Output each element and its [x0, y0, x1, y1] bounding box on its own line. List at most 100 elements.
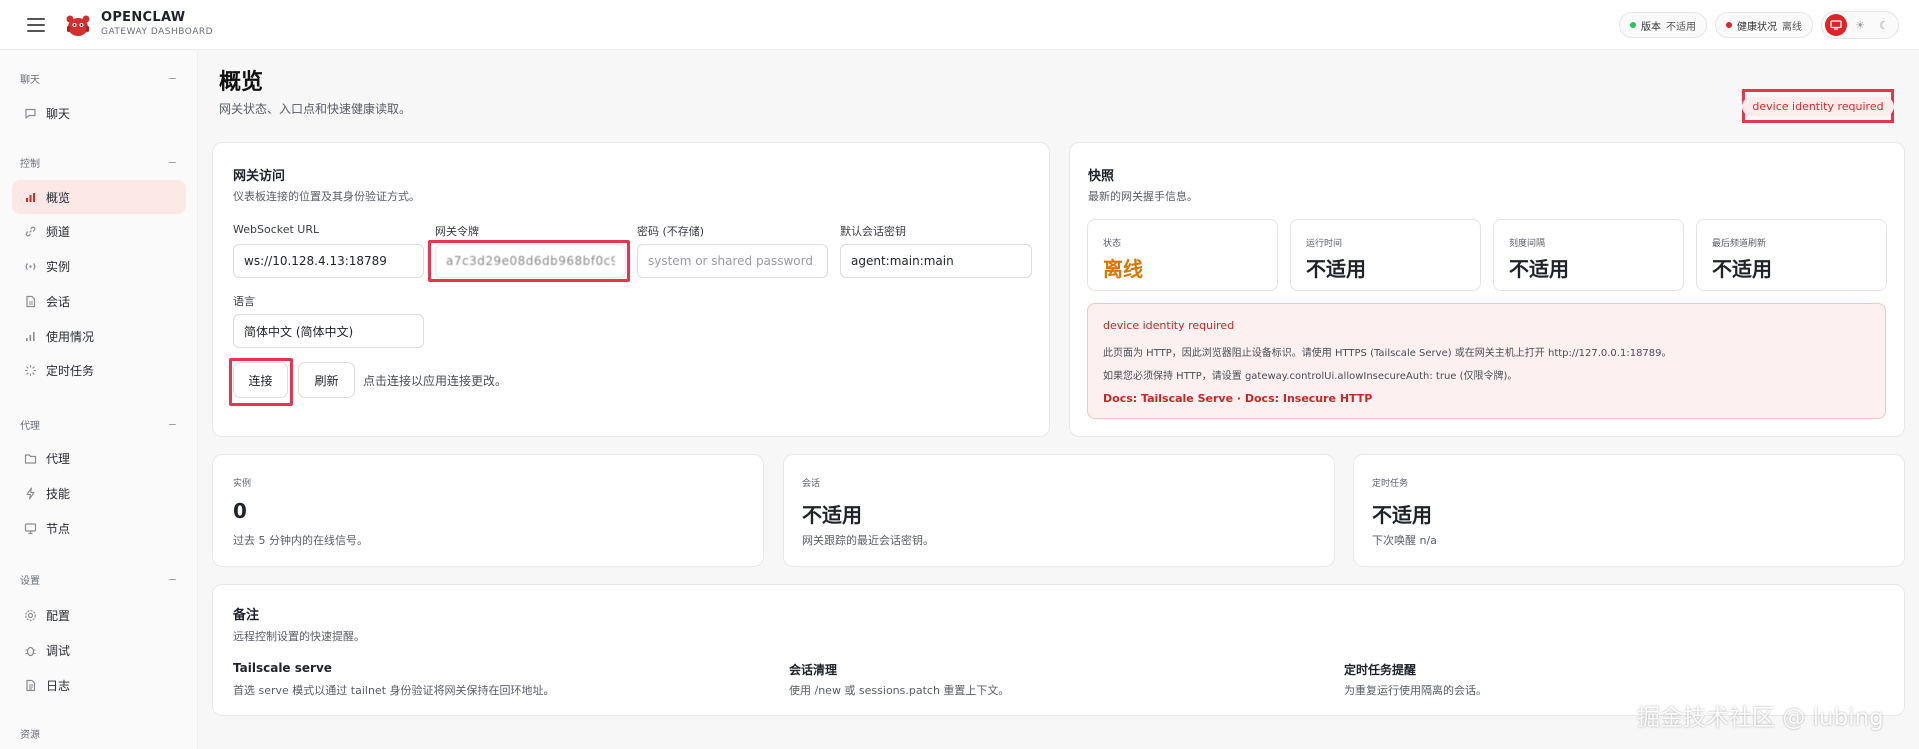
- health-status-dot: [1726, 22, 1732, 28]
- lightning-icon: [22, 485, 38, 501]
- version-status-dot: [1630, 22, 1636, 28]
- note-text: 首选 serve 模式以通过 tailnet 身份验证将网关保持在回环地址。: [233, 684, 555, 697]
- sidebar-item-agents[interactable]: 代理: [12, 441, 186, 475]
- health-value: 离线: [1782, 21, 1802, 33]
- sidebar-group-label: 聊天: [20, 74, 40, 86]
- sidebar-group-agents[interactable]: 代理 −: [20, 417, 177, 432]
- sidebar-item-usage[interactable]: 使用情况: [12, 319, 186, 353]
- sidebar-group-control[interactable]: 控制 −: [20, 155, 177, 170]
- sidebar-item-sessions[interactable]: 会话: [12, 284, 186, 318]
- metric-label: 实例: [233, 479, 252, 489]
- sidebar-item-logs[interactable]: 日志: [12, 668, 186, 702]
- metric-label: 会话: [802, 479, 821, 489]
- metric-value: 不适用: [1372, 503, 1432, 527]
- document-icon: [22, 293, 38, 309]
- collapse-icon[interactable]: −: [168, 156, 177, 169]
- sidebar-group-resources[interactable]: 资源: [20, 726, 177, 741]
- gateway-token-label: 网关令牌: [435, 225, 479, 238]
- sidebar-item-skills[interactable]: 技能: [12, 476, 186, 510]
- metric-value: 0: [233, 499, 247, 523]
- sidebar-item-cron[interactable]: 定时任务: [12, 353, 186, 387]
- folder-icon: [22, 450, 38, 466]
- sidebar: 聊天 − 聊天 控制 − 概览 频道 实例 会话 使用情况 定时任务 代理 −: [0, 51, 198, 749]
- metric-desc: 下次唤醒 n/a: [1372, 534, 1437, 547]
- note-text: 为重复运行使用隔离的会话。: [1344, 684, 1487, 697]
- sidebar-item-label: 节点: [46, 521, 71, 536]
- menu-icon[interactable]: [27, 17, 45, 32]
- sidebar-item-label: 会话: [46, 294, 71, 309]
- collapse-icon[interactable]: −: [168, 573, 177, 586]
- sidebar-item-label: 调试: [46, 643, 71, 658]
- sidebar-group-label: 资源: [20, 729, 40, 741]
- health-pill: 健康状况 离线: [1715, 12, 1813, 38]
- broadcast-icon: [22, 258, 38, 274]
- light-theme-icon[interactable]: ☀: [1849, 14, 1871, 36]
- metric-value: 不适用: [802, 503, 862, 527]
- version-value: 不适用: [1666, 21, 1696, 33]
- error-title: device identity required: [1103, 319, 1235, 332]
- sidebar-group-label: 代理: [20, 420, 40, 432]
- sidebar-item-nodes[interactable]: 节点: [12, 511, 186, 545]
- token-highlight: [428, 240, 630, 282]
- card-subtitle: 仪表板连接的位置及其身份验证方式。: [233, 190, 420, 203]
- chat-icon: [22, 105, 38, 121]
- error-line: 如果您必须保持 HTTP，请设置 gateway.controlUi.allow…: [1103, 371, 1518, 382]
- card-title: 网关访问: [233, 169, 286, 184]
- card-title: 备注: [233, 608, 260, 623]
- connect-highlight: [229, 358, 293, 406]
- loader-icon: [22, 362, 38, 378]
- sidebar-item-debug[interactable]: 调试: [12, 633, 186, 667]
- stat-label: 最后频道刷新: [1712, 239, 1767, 249]
- sidebar-item-overview[interactable]: 概览: [12, 180, 186, 214]
- metric-card-sessions: 会话 不适用 网关跟踪的最近会话密钥。: [783, 454, 1335, 567]
- bug-icon: [22, 642, 38, 658]
- page-subtitle: 网关状态、入口点和快速健康读取。: [219, 102, 412, 116]
- sidebar-item-instances[interactable]: 实例: [12, 249, 186, 283]
- sidebar-item-config[interactable]: 配置: [12, 598, 186, 632]
- sidebar-item-label: 频道: [46, 224, 71, 239]
- system-theme-icon[interactable]: [1825, 14, 1847, 36]
- usage-chart-icon: [22, 328, 38, 344]
- refresh-button[interactable]: 刷新: [298, 362, 355, 398]
- theme-switcher: ☀ ☾: [1821, 11, 1899, 39]
- sidebar-item-channels[interactable]: 频道: [12, 214, 186, 248]
- card-title: 快照: [1088, 169, 1115, 184]
- connect-hint: 点击连接以应用连接更改。: [363, 374, 508, 388]
- password-label: 密码 (不存储): [637, 225, 705, 238]
- collapse-icon[interactable]: −: [168, 72, 177, 85]
- top-bar: OPENCLAW GATEWAY DASHBOARD 版本 不适用 健康状况 离…: [0, 0, 1919, 50]
- session-key-label: 默认会话密钥: [840, 225, 906, 238]
- stat-value: 不适用: [1509, 257, 1569, 281]
- password-input[interactable]: [637, 244, 828, 278]
- bar-chart-icon: [22, 189, 38, 205]
- gear-icon: [22, 607, 38, 623]
- docs-links[interactable]: Docs: Tailscale Serve · Docs: Insecure H…: [1103, 392, 1372, 405]
- stat-status: 状态 离线: [1087, 219, 1278, 291]
- stat-last-channel-refresh: 最后频道刷新 不适用: [1696, 219, 1887, 291]
- card-subtitle: 远程控制设置的快速提醒。: [233, 630, 365, 643]
- sidebar-item-label: 配置: [46, 608, 71, 623]
- stat-value: 不适用: [1712, 257, 1772, 281]
- language-select[interactable]: 简体中文 (简体中文): [233, 314, 424, 348]
- app-name: OPENCLAW: [101, 10, 186, 26]
- sidebar-item-label: 定时任务: [46, 363, 95, 378]
- sidebar-group-settings[interactable]: 设置 −: [20, 572, 177, 587]
- gateway-access-card: 网关访问 仪表板连接的位置及其身份验证方式。 WebSocket URL 网关令…: [212, 142, 1050, 437]
- sidebar-item-chat[interactable]: 聊天: [12, 96, 186, 130]
- sidebar-item-label: 实例: [46, 259, 71, 274]
- stat-tick-interval: 刻度间隔 不适用: [1493, 219, 1684, 291]
- notes-card: 备注 远程控制设置的快速提醒。 Tailscale serve 首选 serve…: [212, 584, 1905, 716]
- sidebar-group-chat[interactable]: 聊天 −: [20, 71, 177, 86]
- collapse-icon[interactable]: −: [168, 418, 177, 431]
- dark-theme-icon[interactable]: ☾: [1873, 14, 1895, 36]
- ws-url-input[interactable]: [233, 244, 424, 278]
- note-title: 定时任务提醒: [1344, 663, 1417, 677]
- page-title: 概览: [219, 70, 264, 95]
- metric-card-instances: 实例 0 过去 5 分钟内的在线信号。: [212, 454, 764, 567]
- brand: OPENCLAW GATEWAY DASHBOARD: [101, 11, 213, 37]
- sidebar-group-label: 控制: [20, 158, 40, 170]
- session-key-input[interactable]: [840, 244, 1032, 278]
- language-label: 语言: [233, 295, 255, 308]
- error-line: 此页面为 HTTP，因此浏览器阻止设备标识。请使用 HTTPS (Tailsca…: [1103, 348, 1672, 359]
- stat-value: 离线: [1103, 257, 1143, 281]
